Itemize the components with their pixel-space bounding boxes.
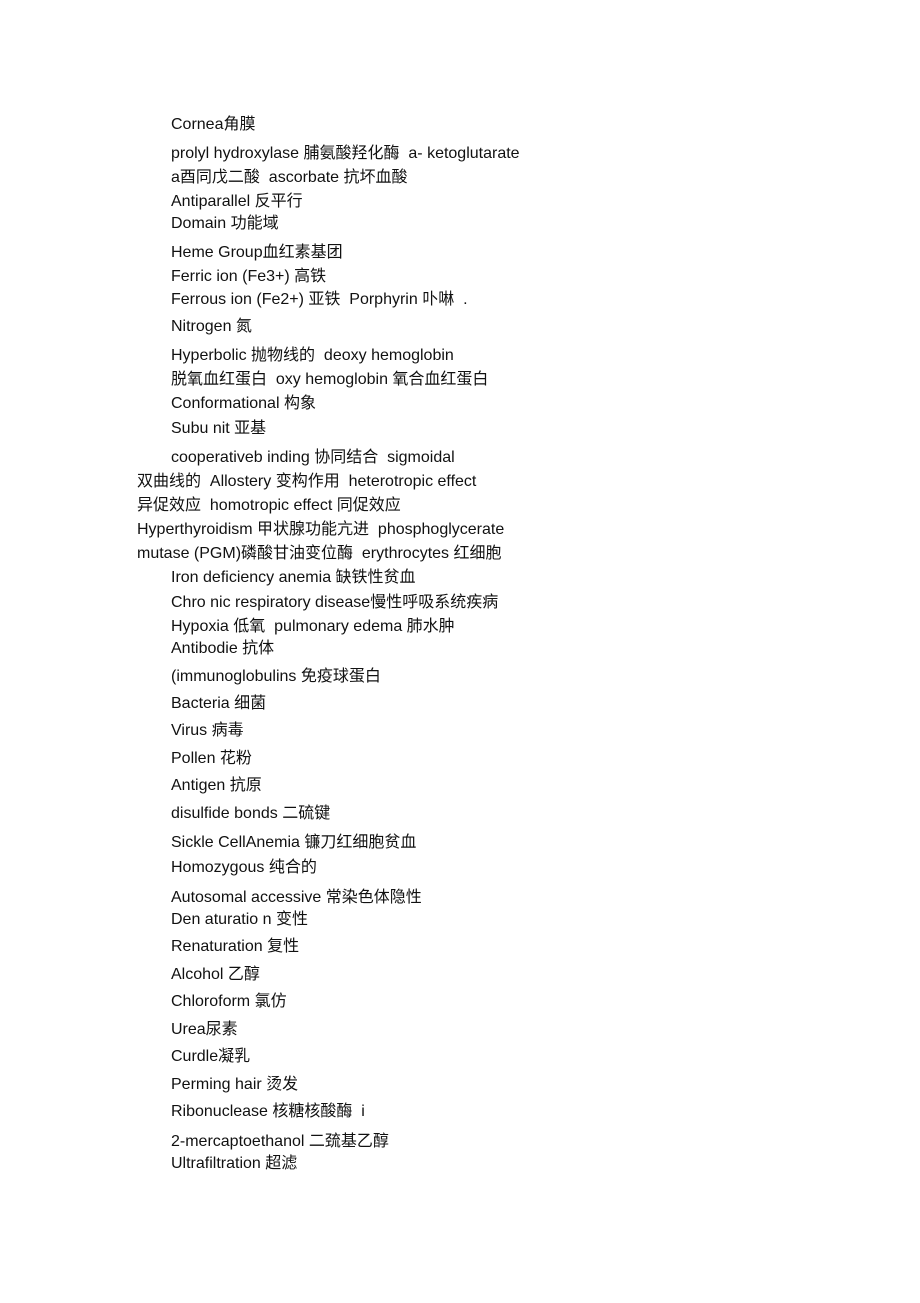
text-line: Nitrogen 氮 bbox=[171, 318, 252, 335]
text-line: Heme Group血红素基团 bbox=[171, 244, 343, 261]
text-line: Domain 功能域 bbox=[171, 215, 279, 232]
text-line: Ribonuclease 核糖核酸酶 i bbox=[171, 1103, 365, 1120]
text-line: a酉同戊二酸 ascorbate 抗坏血酸 bbox=[171, 169, 408, 186]
text-line: Hyperthyroidism 甲状腺功能亢进 phosphoglycerate bbox=[137, 521, 505, 538]
text-line: 双曲线的 Allostery 变构作用 heterotropic effect bbox=[137, 473, 477, 490]
text-line: disulfide bonds 二硫键 bbox=[171, 805, 331, 822]
text-line: Den aturatio n 变性 bbox=[171, 911, 308, 928]
text-line: Homozygous 纯合的 bbox=[171, 859, 317, 876]
text-line: Conformational 构象 bbox=[171, 395, 316, 412]
text-line: Chro nic respiratory disease慢性呼吸系统疾病 bbox=[171, 594, 499, 611]
text-line: Iron deficiency anemia 缺铁性贫血 bbox=[171, 569, 416, 586]
text-line: Curdle凝乳 bbox=[171, 1048, 251, 1065]
text-line: Pollen 花粉 bbox=[171, 750, 252, 767]
text-line: Bacteria 细菌 bbox=[171, 695, 267, 712]
text-line: Autosomal accessive 常染色体隐性 bbox=[171, 889, 422, 906]
text-line: Antibodie 抗体 bbox=[171, 640, 275, 657]
text-line: 异促效应 homotropic effect 同促效应 bbox=[137, 497, 401, 514]
text-line: Antigen 抗原 bbox=[171, 777, 262, 794]
text-line: Chloroform 氯仿 bbox=[171, 993, 287, 1010]
text-line: Hyperbolic 抛物线的 deoxy hemoglobin bbox=[171, 347, 454, 364]
text-line: prolyl hydroxylase 脯氨酸羟化酶 a- ketoglutara… bbox=[171, 145, 520, 162]
text-line: 脱氧血红蛋白 oxy hemoglobin 氧合血红蛋白 bbox=[171, 371, 489, 388]
text-line: Cornea角膜 bbox=[171, 116, 256, 133]
text-line: Subu nit 亚基 bbox=[171, 420, 267, 437]
document-page: Cornea角膜 prolyl hydroxylase 脯氨酸羟化酶 a- ke… bbox=[0, 0, 920, 1303]
text-line: mutase (PGM)磷酸甘油变位酶 erythrocytes 红细胞 bbox=[137, 545, 502, 562]
text-line: (immunoglobulins 免疫球蛋白 bbox=[171, 668, 381, 685]
text-line: Ferrous ion (Fe2+) 亚铁 Porphyrin 卟啉 . bbox=[171, 291, 468, 308]
text-line: Ultrafiltration 超滤 bbox=[171, 1155, 298, 1172]
text-line: Alcohol 乙醇 bbox=[171, 966, 260, 983]
text-line: Perming hair 烫发 bbox=[171, 1076, 299, 1093]
text-line: Antiparallel 反平行 bbox=[171, 193, 303, 210]
text-line: cooperativeb inding 协同结合 sigmoidal bbox=[171, 449, 455, 466]
text-line: Virus 病毒 bbox=[171, 722, 244, 739]
text-line: 2-mercaptoethanol 二巯基乙醇 bbox=[171, 1133, 389, 1150]
text-line: Urea尿素 bbox=[171, 1021, 238, 1038]
text-line: Sickle CellAnemia 镰刀红细胞贫血 bbox=[171, 834, 417, 851]
text-line: Renaturation 复性 bbox=[171, 938, 300, 955]
text-line: Ferric ion (Fe3+) 高铁 bbox=[171, 268, 327, 285]
text-line: Hypoxia 低氧 pulmonary edema 肺水肿 bbox=[171, 618, 455, 635]
